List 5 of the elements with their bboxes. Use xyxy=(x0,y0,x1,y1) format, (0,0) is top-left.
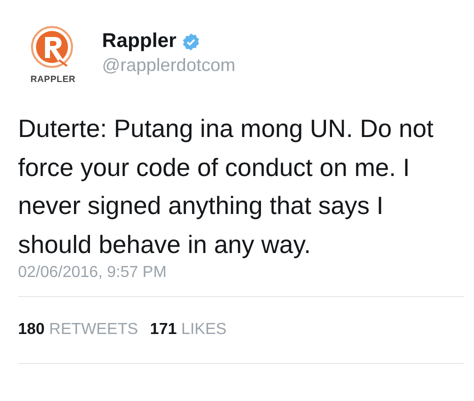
account-name[interactable]: Rappler xyxy=(102,30,176,53)
stat-count[interactable]: 180 RETWEETS xyxy=(18,321,138,339)
tweet-text: Duterte: Putang ina mong UN. Do not force your code of conduct on me. I never signed anything that says I should behave in any way. xyxy=(18,114,435,260)
logo-wordmark: RAPPLER xyxy=(30,74,76,84)
stat-count[interactable]: 171 LIKES xyxy=(150,321,227,339)
